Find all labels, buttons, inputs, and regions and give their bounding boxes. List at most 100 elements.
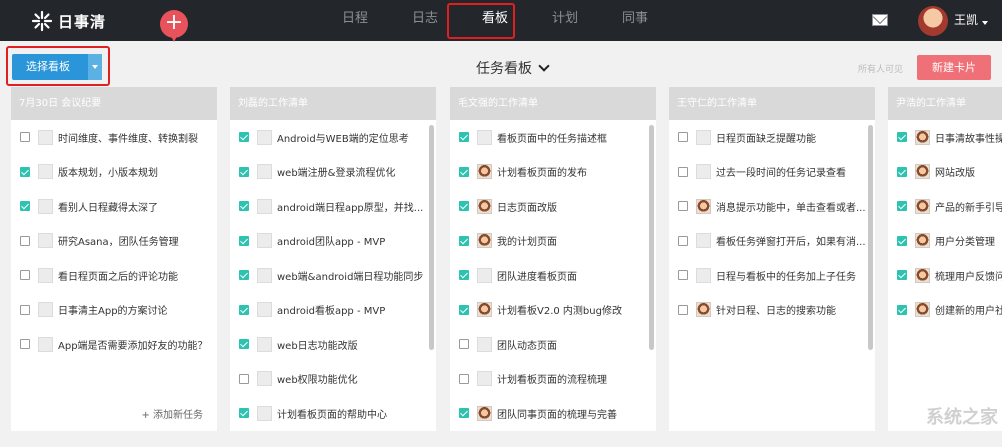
task-checkbox[interactable] [20, 304, 30, 315]
task-checkbox[interactable] [897, 235, 907, 246]
board-title[interactable]: 任务看板 [476, 58, 532, 78]
task-item[interactable]: 我的计划页面 [450, 224, 656, 259]
task-item[interactable]: 看板页面中的任务描述框 [450, 120, 656, 155]
nav-item-calendar[interactable]: 日程 [320, 0, 390, 41]
task-item[interactable]: 日事清主App的方案讨论 [11, 293, 217, 328]
task-item[interactable]: 日事清故事性操 [888, 120, 1002, 155]
task-title[interactable]: 创建新的用户社 [935, 302, 1002, 317]
task-item[interactable]: android端日程app原型，并找... [230, 189, 436, 224]
task-item[interactable]: 看日程页面之后的评论功能 [11, 258, 217, 293]
task-title[interactable]: 看别人日程藏得太深了 [58, 199, 158, 214]
task-checkbox[interactable] [459, 132, 469, 143]
task-item[interactable]: web端&android端日程功能同步 [230, 258, 436, 293]
task-title[interactable]: 看日程页面之后的评论功能 [58, 268, 178, 283]
task-item[interactable]: 计划看板页面的发布 [450, 155, 656, 190]
task-checkbox[interactable] [459, 201, 469, 212]
task-item[interactable]: 看别人日程藏得太深了 [11, 189, 217, 224]
task-item[interactable]: 针对日程、日志的搜索功能 [669, 293, 875, 328]
user-name[interactable]: 王凯 [954, 11, 978, 28]
task-title[interactable]: web权限功能优化 [277, 371, 358, 386]
task-item[interactable]: 团队同事页面的梳理与完善 [450, 396, 656, 431]
task-item[interactable]: 团队进度看板页面 [450, 258, 656, 293]
task-title[interactable]: 看板任务弹窗打开后，如果有消... [716, 233, 866, 248]
quick-add-button[interactable]: + [160, 10, 188, 42]
task-item[interactable]: 看板任务弹窗打开后，如果有消... [669, 224, 875, 259]
task-title[interactable]: 我的计划页面 [497, 233, 557, 248]
task-title[interactable]: 日志页面改版 [497, 199, 557, 214]
task-checkbox[interactable] [239, 408, 249, 419]
task-title[interactable]: 网站改版 [935, 164, 975, 179]
scrollbar[interactable] [429, 125, 434, 350]
task-item[interactable]: 用户分类管理 [888, 224, 1002, 259]
task-checkbox[interactable] [459, 339, 469, 350]
task-title[interactable]: android端日程app原型，并找... [277, 199, 423, 214]
task-title[interactable]: 日事清故事性操 [935, 130, 1002, 145]
task-checkbox[interactable] [897, 304, 907, 315]
task-checkbox[interactable] [678, 270, 688, 281]
task-checkbox[interactable] [20, 166, 30, 177]
task-checkbox[interactable] [20, 201, 30, 212]
task-title[interactable]: web端&android端日程功能同步 [277, 268, 423, 283]
task-item[interactable]: Android与WEB端的定位思考 [230, 120, 436, 155]
task-checkbox[interactable] [20, 339, 30, 350]
task-item[interactable]: App端是否需要添加好友的功能？ [11, 327, 217, 362]
task-title[interactable]: 团队动态页面 [497, 337, 557, 352]
task-checkbox[interactable] [459, 408, 469, 419]
task-checkbox[interactable] [459, 373, 469, 384]
task-checkbox[interactable] [239, 339, 249, 350]
task-item[interactable]: 团队动态页面 [450, 327, 656, 362]
task-title[interactable]: 计划看板页面的帮助中心 [277, 406, 387, 421]
task-title[interactable]: 日事清主App的方案讨论 [58, 302, 168, 317]
task-checkbox[interactable] [20, 132, 30, 143]
task-title[interactable]: 时间维度、事件维度、转换割裂 [58, 130, 198, 145]
add-task-button[interactable]: + 添加新任务 [141, 406, 203, 421]
task-checkbox[interactable] [897, 201, 907, 212]
task-title[interactable]: 日程与看板中的任务加上子任务 [716, 268, 856, 283]
task-checkbox[interactable] [239, 373, 249, 384]
task-checkbox[interactable] [459, 304, 469, 315]
chevron-down-icon[interactable] [538, 60, 550, 72]
task-title[interactable]: web日志功能改版 [277, 337, 358, 352]
task-checkbox[interactable] [678, 304, 688, 315]
task-item[interactable]: 过去一段时间的任务记录查看 [669, 155, 875, 190]
mail-icon[interactable] [872, 14, 888, 26]
task-item[interactable]: 计划看板页面的流程梳理 [450, 362, 656, 397]
task-checkbox[interactable] [20, 270, 30, 281]
task-item[interactable]: 产品的新手引导 [888, 189, 1002, 224]
task-title[interactable]: 消息提示功能中，单击查看或者... [716, 199, 866, 214]
task-checkbox[interactable] [459, 235, 469, 246]
task-checkbox[interactable] [459, 270, 469, 281]
task-checkbox[interactable] [678, 235, 688, 246]
task-checkbox[interactable] [897, 166, 907, 177]
task-item[interactable]: web端注册&登录流程优化 [230, 155, 436, 190]
task-checkbox[interactable] [239, 304, 249, 315]
task-checkbox[interactable] [239, 132, 249, 143]
task-checkbox[interactable] [678, 166, 688, 177]
task-item[interactable]: 日志页面改版 [450, 189, 656, 224]
task-item[interactable]: web日志功能改版 [230, 327, 436, 362]
task-title[interactable]: 团队同事页面的梳理与完善 [497, 406, 617, 421]
task-title[interactable]: 针对日程、日志的搜索功能 [716, 302, 836, 317]
task-item[interactable]: 消息提示功能中，单击查看或者... [669, 189, 875, 224]
task-title[interactable]: 计划看板V2.0 内测bug修改 [497, 302, 622, 317]
task-item[interactable]: android看板app - MVP [230, 293, 436, 328]
nav-item-colleagues[interactable]: 同事 [600, 0, 670, 41]
task-checkbox[interactable] [678, 132, 688, 143]
task-title[interactable]: 团队进度看板页面 [497, 268, 577, 283]
task-title[interactable]: 用户分类管理 [935, 233, 995, 248]
scrollbar[interactable] [868, 125, 873, 350]
task-title[interactable]: 研究Asana，团队任务管理 [58, 233, 179, 248]
select-board-button[interactable]: 选择看板 [12, 54, 102, 80]
task-item[interactable]: 日程与看板中的任务加上子任务 [669, 258, 875, 293]
task-title[interactable]: web端注册&登录流程优化 [277, 164, 395, 179]
task-item[interactable]: 网站改版 [888, 155, 1002, 190]
task-item[interactable]: 创建新的用户社 [888, 293, 1002, 328]
task-item[interactable]: 日程页面缺乏提醒功能 [669, 120, 875, 155]
task-item[interactable]: 计划看板V2.0 内测bug修改 [450, 293, 656, 328]
task-title[interactable]: 梳理用户反馈问 [935, 268, 1002, 283]
task-title[interactable]: Android与WEB端的定位思考 [277, 130, 409, 145]
task-title[interactable]: android看板app - MVP [277, 302, 385, 317]
task-title[interactable]: 日程页面缺乏提醒功能 [716, 130, 816, 145]
task-item[interactable]: 梳理用户反馈问 [888, 258, 1002, 293]
task-item[interactable]: web权限功能优化 [230, 362, 436, 397]
